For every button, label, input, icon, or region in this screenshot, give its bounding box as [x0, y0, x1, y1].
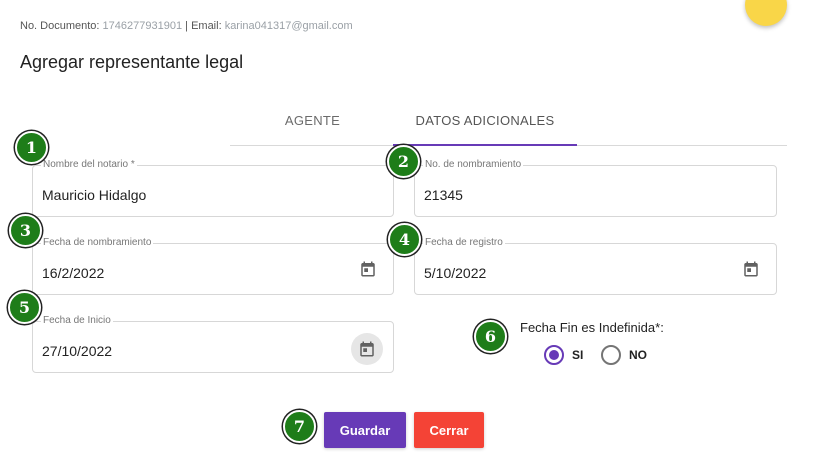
close-button[interactable]: Cerrar — [414, 412, 484, 448]
radio-si-label: SI — [572, 348, 584, 362]
fecha-fin-radio-group: Fecha Fin es Indefinida*: SI NO — [520, 320, 664, 365]
calendar-icon[interactable] — [351, 333, 383, 365]
doc-label: No. Documento: — [20, 20, 100, 32]
radio-no[interactable]: NO — [601, 345, 647, 365]
save-button[interactable]: Guardar — [324, 412, 406, 448]
annotation-marker: 5 — [8, 291, 41, 324]
nombramiento-no-field[interactable]: No. de nombramiento 21345 — [414, 159, 777, 217]
tab-bar: AGENTE DATOS ADICIONALES — [230, 106, 787, 146]
annotation-marker: 4 — [388, 223, 421, 256]
annotation-marker: 2 — [387, 145, 420, 178]
annotation-marker: 7 — [283, 410, 316, 443]
fecha-registro-field[interactable]: Fecha de registro 5/10/2022 — [414, 237, 777, 295]
nombramiento-no-label: No. de nombramiento — [423, 159, 524, 170]
fecha-registro-input[interactable]: 5/10/2022 — [424, 265, 486, 281]
avatar[interactable] — [745, 0, 787, 26]
radio-checked-icon[interactable] — [544, 345, 564, 365]
annotation-marker: 1 — [15, 131, 48, 164]
annotation-marker: 3 — [9, 214, 42, 247]
notario-input[interactable]: Mauricio Hidalgo — [42, 187, 146, 203]
fecha-nombramiento-label: Fecha de nombramiento — [41, 237, 154, 248]
fecha-nombramiento-input[interactable]: 16/2/2022 — [42, 265, 104, 281]
document-info: No. Documento: 1746277931901 | Email: ka… — [20, 20, 353, 32]
nombramiento-no-input[interactable]: 21345 — [424, 187, 463, 203]
annotation-marker: 6 — [474, 320, 507, 353]
tab-agente[interactable]: AGENTE — [230, 106, 395, 146]
email-label: Email: — [191, 20, 222, 32]
fecha-inicio-input[interactable]: 27/10/2022 — [42, 343, 112, 359]
fecha-registro-label: Fecha de registro — [423, 237, 505, 248]
calendar-icon[interactable] — [742, 260, 760, 278]
fecha-fin-label: Fecha Fin es Indefinida*: — [520, 320, 664, 335]
radio-si[interactable]: SI — [544, 345, 583, 365]
notario-label: Nombre del notario * — [41, 159, 137, 170]
radio-no-label: NO — [629, 348, 647, 362]
email-value: karina041317@gmail.com — [224, 20, 353, 32]
fecha-inicio-field[interactable]: Fecha de Inicio 27/10/2022 — [32, 315, 394, 373]
tab-datos-adicionales[interactable]: DATOS ADICIONALES — [393, 106, 577, 146]
doc-value: 1746277931901 — [102, 20, 183, 32]
separator: | — [185, 20, 188, 32]
page-title: Agregar representante legal — [20, 52, 244, 72]
notario-field[interactable]: Nombre del notario * Mauricio Hidalgo — [32, 159, 394, 217]
fecha-nombramiento-field[interactable]: Fecha de nombramiento 16/2/2022 — [32, 237, 394, 295]
radio-unchecked-icon[interactable] — [601, 345, 621, 365]
calendar-icon[interactable] — [359, 260, 377, 278]
fecha-inicio-label: Fecha de Inicio — [41, 315, 113, 326]
